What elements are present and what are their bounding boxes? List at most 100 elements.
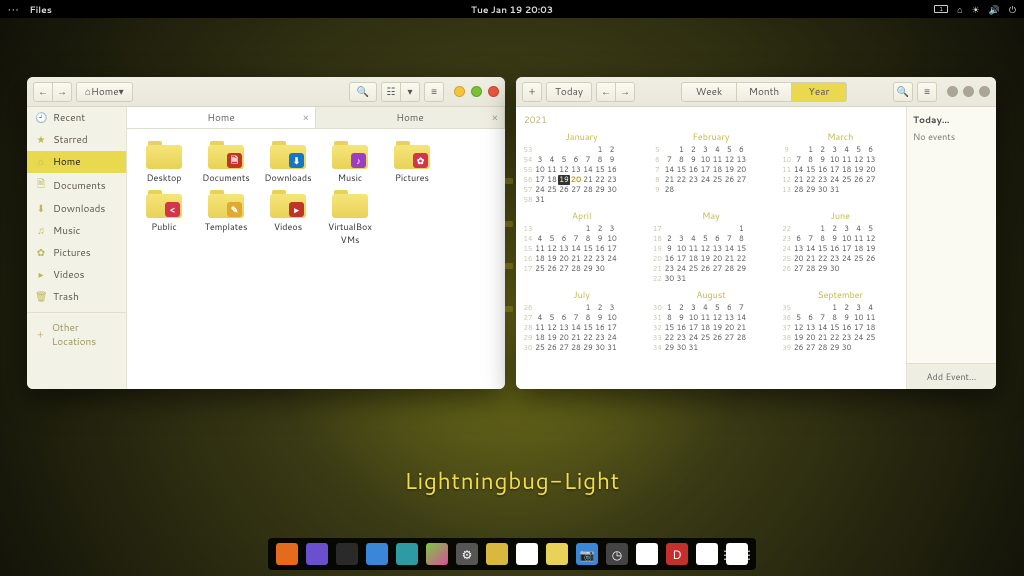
folder-icon: 🗎 [208,139,244,169]
month-january[interactable]: January531254345678955101112131415165617… [522,130,641,205]
year-view[interactable]: 2021 January5312543456789551011121314151… [516,107,906,389]
dock-app-icon[interactable] [696,543,718,565]
power-icon[interactable]: ⏻ [1009,3,1016,16]
folder-documents[interactable]: 🗎Documents [195,139,257,184]
month-may[interactable]: May1711823456781991011121314152016171819… [651,209,770,284]
dock-app-icon[interactable] [366,543,388,565]
sidebar-item-documents[interactable]: 🗎Documents [27,173,126,198]
new-event-button[interactable]: + [522,82,542,102]
window-maximize-button[interactable] [471,86,482,97]
folder-public[interactable]: < Public [133,188,195,246]
place-label: Music [53,224,80,238]
icon-view[interactable]: Desktop🗎Documents⬇Downloads♪Music✿Pictur… [127,129,505,389]
clock[interactable]: Tue Jan 19 20:03 [471,3,553,16]
agenda-sidebar: Today… No events Add Event… [906,107,996,389]
month-february[interactable]: February51234566789101112137141516171819… [651,130,770,205]
sidebar-item-starred[interactable]: ★Starred [27,129,126,151]
folder-icon: < [146,188,182,218]
folder-downloads[interactable]: ⬇Downloads [257,139,319,184]
month-march[interactable]: March91234561078910111213111415161718192… [781,130,900,205]
dock-app-icon[interactable]: ⋮⋮⋮ [726,543,748,565]
search-button[interactable]: 🔍 [893,82,913,102]
hamburger-menu-button[interactable]: ≡ [917,82,937,102]
dock-app-icon[interactable] [396,543,418,565]
dock-app-icon[interactable] [546,543,568,565]
folder-icon: ✿ [394,139,430,169]
sidebar-item-pictures[interactable]: ✿Pictures [27,242,126,264]
tab[interactable]: Home× [127,107,316,128]
nav-back-button[interactable]: ← [33,82,53,102]
dock-app-icon[interactable]: ◷ [606,543,628,565]
view-month-button[interactable]: Month [736,82,792,102]
prev-button[interactable]: ← [596,82,616,102]
folder-templates[interactable]: ✎Templates [195,188,257,246]
search-button[interactable]: 🔍 [349,82,377,102]
brightness-icon[interactable]: ☀ [972,3,980,16]
place-icon: 🗎 [35,177,47,194]
dock-app-icon[interactable]: ◉ [636,543,658,565]
folder-badge-icon: ⬇ [289,153,304,168]
month-july[interactable]: July261232745678910281112131415161729181… [522,288,641,353]
dock-app-icon[interactable]: D [666,543,688,565]
dock-app-icon[interactable] [426,543,448,565]
dock-app-icon[interactable] [486,543,508,565]
dock-app-icon[interactable] [306,543,328,565]
volume-icon[interactable]: 🔊 [989,3,1000,16]
other-locations-button[interactable]: +Other Locations [27,317,126,353]
add-event-button[interactable]: Add Event… [907,363,996,389]
view-week-button[interactable]: Week [681,82,737,102]
agenda-empty-label: No events [913,130,990,143]
sidebar-item-downloads[interactable]: ⬇Downloads [27,198,126,220]
tab-label: Home [396,111,424,125]
place-icon: ⌂ [35,155,47,169]
month-june[interactable]: June221234523678910111224131415161718192… [781,209,900,284]
view-toggle-button[interactable]: ☷ [381,82,401,102]
folder-music[interactable]: ♪Music [319,139,381,184]
view-year-button[interactable]: Year [791,82,847,102]
sidebar-item-music[interactable]: ♫Music [27,220,126,242]
view-options-button[interactable]: ▾ [400,82,420,102]
sidebar-item-home[interactable]: ⌂Home [27,151,126,173]
month-name-label: February [651,130,770,143]
month-april[interactable]: April13123144567891015111213141516171618… [522,209,641,284]
place-label: Trash [53,290,79,304]
tab-close-icon[interactable]: × [492,111,498,125]
folder-desktop[interactable]: Desktop [133,139,195,184]
battery-icon[interactable]: 1 [934,5,948,13]
place-icon: 🕘 [35,111,47,125]
active-app-label[interactable]: Files [29,3,51,16]
folder-pictures[interactable]: ✿Pictures [381,139,443,184]
hamburger-menu-button[interactable]: ≡ [424,82,444,102]
month-august[interactable]: August3012345673189101112131432151617181… [651,288,770,353]
window-maximize-button[interactable] [963,86,974,97]
path-button[interactable]: ⌂ Home ▾ [76,82,133,102]
today-button[interactable]: Today [546,82,592,102]
window-close-button[interactable] [979,86,990,97]
dock-app-icon[interactable]: ▦ [516,543,538,565]
dock: ⚙ ▦ 📷 ◷ ◉ D ⋮⋮⋮ [268,538,756,570]
sidebar-item-trash[interactable]: 🗑Trash [27,286,126,308]
window-minimize-button[interactable] [454,86,465,97]
month-september[interactable]: September3512343656789101137121314151617… [781,288,900,353]
home-icon[interactable]: ⌂ [957,3,962,16]
dock-app-icon[interactable]: ⚙ [456,543,478,565]
sidebar-item-videos[interactable]: ▸Videos [27,264,126,286]
next-button[interactable]: → [615,82,635,102]
folder-badge-icon: ♪ [351,153,366,168]
dock-app-icon[interactable] [276,543,298,565]
folder-videos[interactable]: ▸Videos [257,188,319,246]
places-sidebar: 🕘Recent★Starred⌂Home🗎Documents⬇Downloads… [27,107,127,389]
sidebar-item-recent[interactable]: 🕘Recent [27,107,126,129]
folder-virtualbox-vms[interactable]: VirtualBox VMs [319,188,381,246]
nav-forward-button[interactable]: → [52,82,72,102]
window-minimize-button[interactable] [947,86,958,97]
plus-icon: + [35,328,46,342]
window-close-button[interactable] [488,86,499,97]
dock-app-icon[interactable] [336,543,358,565]
month-name-label: June [781,209,900,222]
tab-close-icon[interactable]: × [303,111,309,125]
tab[interactable]: Home × [316,107,505,128]
folder-label: Public [151,220,176,233]
dock-app-icon[interactable]: 📷 [576,543,598,565]
activities-button[interactable]: ••• [8,3,19,16]
